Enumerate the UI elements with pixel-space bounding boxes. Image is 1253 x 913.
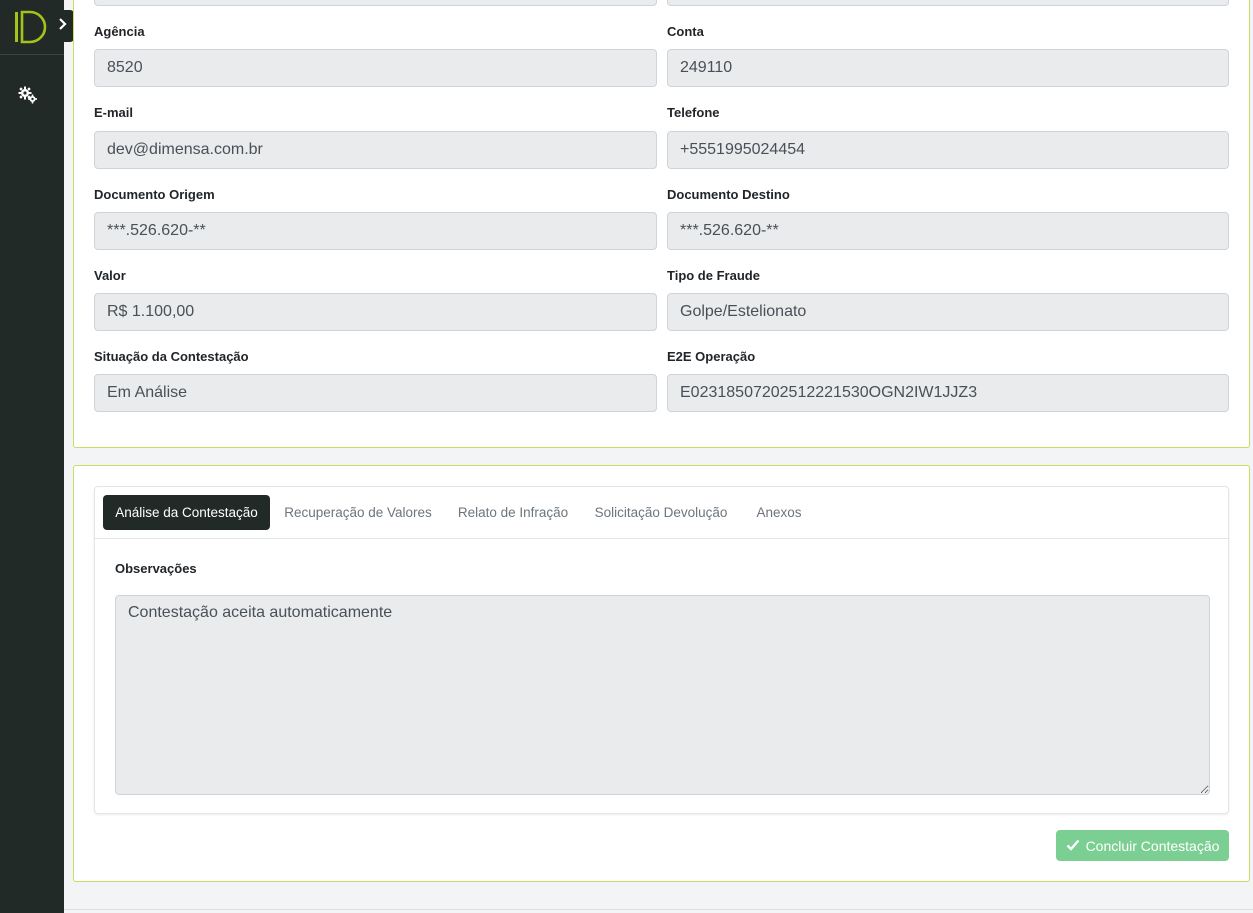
gears-icon[interactable] xyxy=(16,84,40,106)
truncated-field-right xyxy=(667,0,1229,6)
tipo-fraude-field[interactable]: Golpe/Estelionato xyxy=(667,293,1229,331)
email-field[interactable]: dev@dimensa.com.br xyxy=(94,131,657,169)
conclude-contestation-button[interactable]: Concluir Contestação xyxy=(1056,830,1229,861)
check-icon xyxy=(1066,838,1080,854)
email-label: E-mail xyxy=(94,105,134,120)
sidebar-toggle-button[interactable] xyxy=(52,10,74,42)
tab-solicitacao-devolucao[interactable]: Solicitação Devolução xyxy=(589,495,733,530)
sidebar xyxy=(0,0,64,913)
observacoes-label: Observações xyxy=(115,561,197,576)
valor-label: Valor xyxy=(94,268,126,283)
tab-recuperacao-valores[interactable]: Recuperação de Valores xyxy=(279,495,437,530)
truncated-field-left xyxy=(94,0,657,6)
agencia-label: Agência xyxy=(94,24,145,39)
tab-relato-infracao[interactable]: Relato de Infração xyxy=(452,495,574,530)
documento-origem-field[interactable]: ***.526.620-** xyxy=(94,212,657,250)
conclude-contestation-label: Concluir Contestação xyxy=(1085,837,1220,854)
valor-field[interactable]: R$ 1.100,00 xyxy=(94,293,657,331)
tab-analise-contestacao[interactable]: Análise da Contestação xyxy=(103,495,270,530)
documento-origem-label: Documento Origem xyxy=(94,187,215,202)
e2e-label: E2E Operação xyxy=(667,349,756,364)
documento-destino-field[interactable]: ***.526.620-** xyxy=(667,212,1229,250)
e2e-field[interactable]: E02318507202512221530OGN2IW1JJZ3 xyxy=(667,374,1229,412)
documento-destino-label: Documento Destino xyxy=(667,187,790,202)
chevron-right-icon xyxy=(58,17,68,35)
tipo-fraude-label: Tipo de Fraude xyxy=(667,268,760,283)
telefone-field[interactable]: +5551995024454 xyxy=(667,131,1229,169)
page-bottom-divider xyxy=(64,909,1253,910)
situacao-field[interactable]: Em Análise xyxy=(94,374,657,412)
tabs-panel: Análise da Contestação Recuperação de Va… xyxy=(94,486,1229,814)
agencia-field[interactable]: 8520 xyxy=(94,49,657,87)
dimensa-logo-icon[interactable] xyxy=(14,10,50,44)
observacoes-textarea[interactable]: Contestação aceita automaticamente xyxy=(115,595,1210,795)
tabs-bar: Análise da Contestação Recuperação de Va… xyxy=(95,487,1228,539)
conta-label: Conta xyxy=(667,24,704,39)
telefone-label: Telefone xyxy=(667,105,720,120)
situacao-label: Situação da Contestação xyxy=(94,349,249,364)
sidebar-divider xyxy=(0,54,64,55)
conta-field[interactable]: 249110 xyxy=(667,49,1229,87)
tab-anexos[interactable]: Anexos xyxy=(748,495,810,530)
